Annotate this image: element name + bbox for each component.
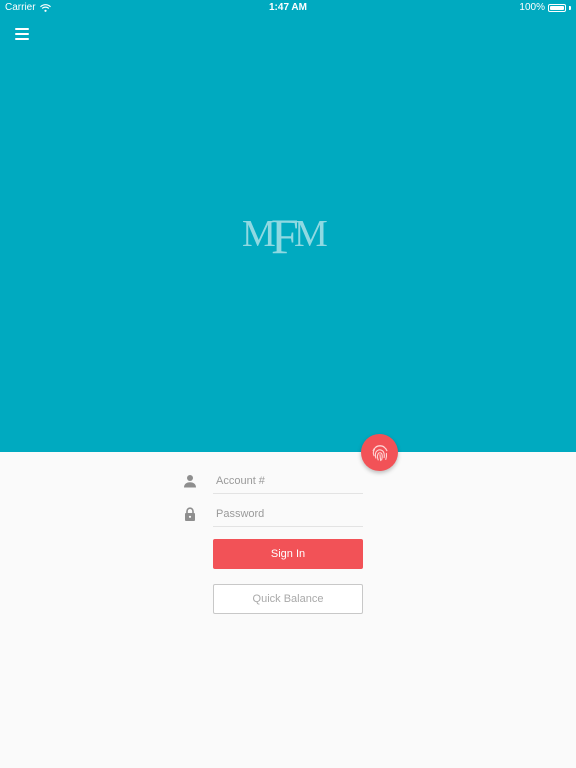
brand-header: Carrier 1:47 AM 100% M F M bbox=[0, 0, 576, 452]
password-field[interactable] bbox=[213, 501, 363, 527]
login-screen: Carrier 1:47 AM 100% M F M Account # Sig… bbox=[0, 0, 576, 768]
fingerprint-icon bbox=[372, 444, 387, 461]
mfm-logo: M F M bbox=[238, 208, 338, 264]
battery-indicator: 100% bbox=[519, 0, 571, 16]
logo-letter-m-right: M bbox=[294, 213, 328, 255]
battery-fill bbox=[550, 6, 564, 10]
clock: 1:47 AM bbox=[269, 2, 307, 13]
password-row bbox=[176, 501, 363, 529]
lock-icon bbox=[185, 507, 195, 521]
account-row bbox=[176, 468, 363, 496]
battery-icon bbox=[548, 4, 566, 12]
account-number-field[interactable] bbox=[213, 468, 363, 494]
quick-balance-button[interactable]: Quick Balance bbox=[213, 584, 363, 614]
battery-percent: 100% bbox=[519, 2, 545, 13]
battery-nub bbox=[569, 6, 571, 10]
hamburger-menu-icon[interactable] bbox=[14, 25, 32, 40]
status-bar: Carrier 1:47 AM 100% bbox=[0, 0, 576, 16]
sign-in-button[interactable]: Sign In bbox=[213, 539, 363, 569]
person-icon bbox=[184, 475, 196, 488]
fingerprint-button[interactable] bbox=[361, 434, 398, 471]
